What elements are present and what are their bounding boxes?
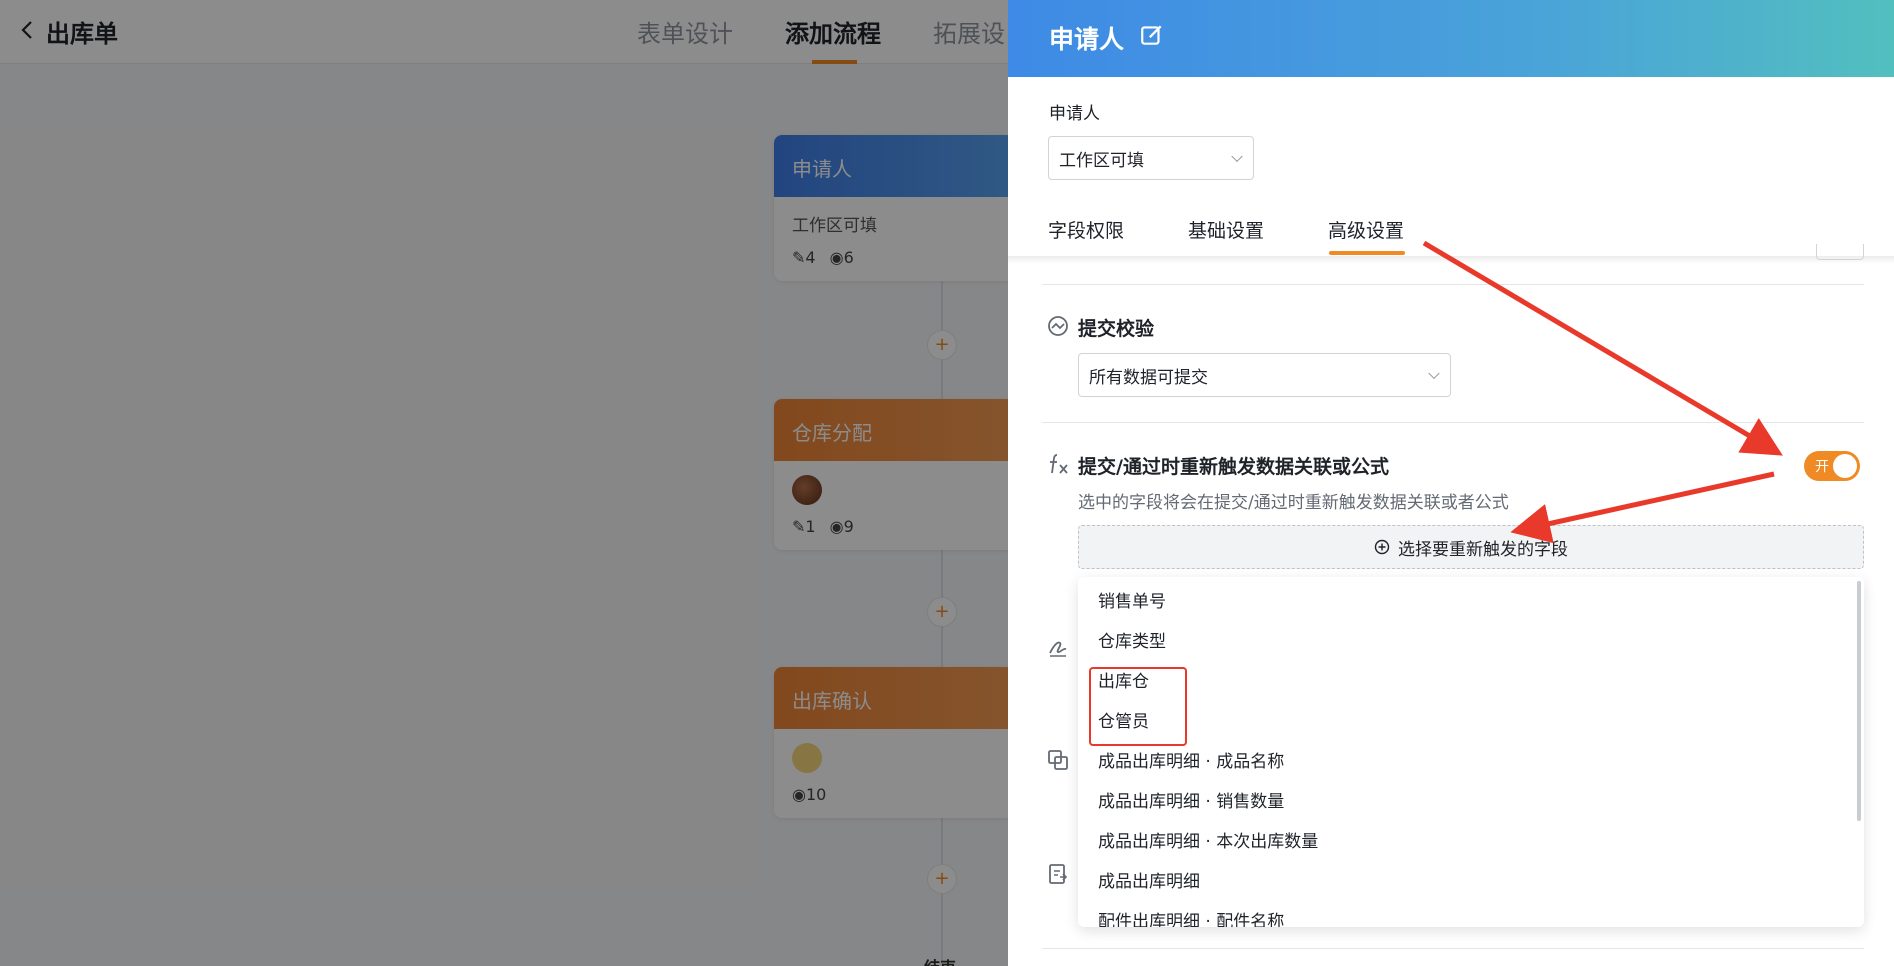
retrigger-title: 提交/通过时重新触发数据关联或公式 bbox=[1078, 456, 1389, 478]
dropdown-option[interactable]: 仓库类型 bbox=[1078, 622, 1864, 662]
dropdown-scrollbar[interactable] bbox=[1857, 581, 1861, 821]
dropdown-option[interactable]: 配件出库明细 · 配件名称 bbox=[1078, 902, 1864, 927]
formula-icon bbox=[1050, 454, 1068, 474]
select-retrigger-fields-button[interactable]: 选择要重新触发的字段 bbox=[1078, 525, 1864, 569]
section-divider bbox=[1042, 422, 1864, 423]
validation-icon bbox=[1048, 316, 1068, 336]
dropdown-option[interactable]: 仓管员 bbox=[1078, 702, 1864, 742]
modal-overlay[interactable] bbox=[0, 0, 1008, 966]
scrolled-control-stub bbox=[1816, 244, 1864, 260]
section-divider bbox=[1042, 284, 1864, 285]
chevron-down-icon bbox=[1428, 367, 1440, 380]
retrigger-description: 选中的字段将会在提交/通过时重新触发数据关联或者公式 bbox=[1078, 493, 1509, 513]
tab-field-permission[interactable]: 字段权限 bbox=[1048, 216, 1124, 243]
retrigger-field-dropdown: 销售单号 仓库类型 出库仓 仓管员 成品出库明细 · 成品名称 成品出库明细 ·… bbox=[1078, 577, 1864, 927]
field-label-applicant: 申请人 bbox=[1049, 104, 1100, 124]
plus-circle-icon bbox=[1374, 539, 1390, 555]
dropdown-option[interactable]: 成品出库明细 · 销售数量 bbox=[1078, 782, 1864, 822]
tab-basic-settings[interactable]: 基础设置 bbox=[1188, 216, 1264, 243]
signature-icon bbox=[1049, 641, 1067, 657]
dropdown-option[interactable]: 出库仓 bbox=[1078, 662, 1864, 702]
submit-check-title: 提交校验 bbox=[1078, 318, 1155, 340]
dropdown-option[interactable]: 成品出库明细 · 本次出库数量 bbox=[1078, 822, 1864, 862]
submit-check-select[interactable]: 所有数据可提交 bbox=[1078, 353, 1451, 397]
toggle-knob bbox=[1833, 454, 1857, 478]
node-settings-drawer: 申请人 申请人 工作区可填 字段权限 基础设置 高级设置 提交校验 所有数据可提… bbox=[1008, 0, 1894, 966]
edit-icon[interactable] bbox=[1139, 22, 1165, 48]
tab-bar-shadow bbox=[1008, 256, 1894, 264]
section-divider bbox=[1042, 948, 1864, 949]
dropdown-option[interactable]: 成品出库明细 bbox=[1078, 862, 1864, 902]
drawer-title: 申请人 bbox=[1049, 25, 1125, 54]
drawer-header: 申请人 bbox=[1008, 0, 1894, 77]
active-tab-indicator bbox=[1329, 251, 1405, 255]
copy-icon bbox=[1048, 750, 1068, 770]
dropdown-option[interactable]: 成品出库明细 · 成品名称 bbox=[1078, 742, 1864, 782]
tab-advanced-settings[interactable]: 高级设置 bbox=[1328, 216, 1404, 243]
dropdown-option[interactable]: 销售单号 bbox=[1078, 582, 1864, 622]
toggle-label: 开 bbox=[1815, 459, 1829, 475]
form-export-icon bbox=[1049, 864, 1068, 884]
annotation-highlight-box bbox=[1089, 667, 1187, 746]
chevron-down-icon bbox=[1231, 150, 1243, 163]
retrigger-toggle[interactable]: 开 bbox=[1804, 451, 1860, 481]
permission-select[interactable]: 工作区可填 bbox=[1048, 136, 1254, 180]
